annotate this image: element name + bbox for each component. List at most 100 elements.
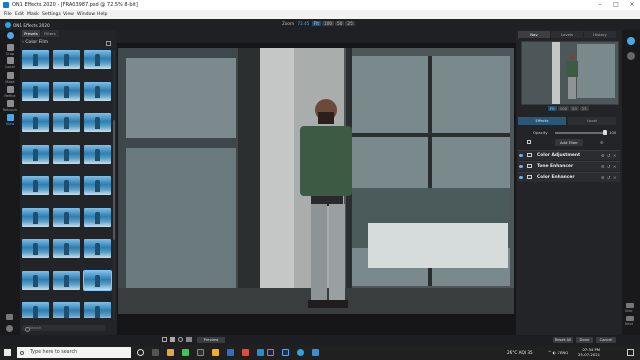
preview-eye-icon[interactable] — [186, 337, 192, 342]
browser-scrollbar[interactable] — [113, 50, 115, 320]
tool-mask[interactable]: Mask — [1, 72, 19, 86]
clock[interactable]: 07:34 PM 25-07-2021 — [578, 347, 600, 357]
weather-status[interactable]: 26°C AQI 35 — [507, 350, 533, 355]
eye-icon[interactable] — [519, 164, 523, 168]
zoom-100-button[interactable]: 100 — [322, 21, 335, 26]
on1-taskbar-icon[interactable] — [297, 349, 304, 356]
tab-presets[interactable]: Presets — [22, 30, 40, 37]
gear-icon[interactable]: ⚙ — [601, 175, 605, 180]
filter-row[interactable]: Color Enhancer ⚙ ↺ × — [518, 172, 620, 182]
zoom-value[interactable]: 72.45 — [297, 21, 309, 26]
preset-thumbnail[interactable] — [22, 270, 49, 290]
menu-window[interactable]: Window — [77, 12, 95, 17]
photoshop-icon[interactable] — [282, 349, 289, 356]
preset-thumbnail[interactable] — [84, 176, 111, 195]
preset-thumbnail[interactable] — [22, 144, 49, 164]
preset-thumbnail[interactable] — [84, 239, 111, 258]
gear-icon[interactable]: ⚙ — [601, 164, 605, 169]
compare-icon[interactable] — [162, 337, 167, 342]
split-view-icon[interactable] — [170, 337, 175, 342]
close-icon[interactable]: × — [613, 153, 616, 158]
file-explorer-icon[interactable] — [167, 349, 174, 356]
nav-25-button[interactable]: 25 — [579, 106, 589, 111]
app-icon-6[interactable] — [312, 349, 319, 356]
mask-view-icon[interactable] — [178, 337, 183, 342]
zoom-50-button[interactable]: 50 — [335, 21, 345, 26]
task-view-icon[interactable] — [152, 349, 159, 356]
menu-view[interactable]: View — [63, 12, 74, 17]
menu-help[interactable]: Help — [97, 12, 107, 17]
help-icon[interactable] — [6, 325, 13, 332]
gear-icon[interactable]: ⚙ — [601, 153, 605, 158]
scrollbar-thumb[interactable] — [113, 120, 115, 240]
close-icon[interactable]: × — [613, 175, 616, 180]
preset-thumbnail[interactable] — [84, 81, 111, 101]
add-filter-button[interactable]: Add Filter — [555, 139, 583, 146]
preset-thumbnail[interactable] — [84, 113, 111, 132]
tool-view[interactable]: View — [1, 114, 19, 128]
preset-thumbnail[interactable] — [22, 81, 49, 101]
tool-local[interactable]: Local — [1, 57, 19, 71]
preset-thumbnail[interactable] — [53, 113, 80, 132]
tool-refine[interactable]: Refine — [1, 86, 19, 100]
preset-thumbnail[interactable] — [84, 302, 111, 318]
chrome-icon[interactable] — [182, 349, 189, 356]
tab-levels[interactable]: Levels — [551, 31, 583, 38]
menu-file[interactable]: File — [4, 12, 12, 17]
nav-100-button[interactable]: 100 — [557, 106, 570, 111]
language-indicator[interactable]: ENG — [560, 350, 568, 355]
menu-settings[interactable]: Settings — [42, 12, 61, 17]
layers-module-icon[interactable] — [627, 52, 635, 60]
notification-icon[interactable] — [627, 349, 634, 356]
close-icon[interactable]: × — [613, 164, 616, 169]
tool-crop[interactable]: Crop — [1, 44, 19, 58]
navigator-preview[interactable] — [521, 41, 619, 105]
filter-toggle-icon[interactable] — [527, 153, 532, 157]
person-icon[interactable] — [6, 314, 13, 320]
next-icon[interactable] — [626, 316, 634, 321]
app-icon-3[interactable] — [227, 349, 234, 356]
menu-edit[interactable]: Edit — [15, 12, 24, 17]
taskbar-search-input[interactable]: Type here to search — [17, 347, 131, 358]
opacity-value[interactable]: 100 — [609, 130, 616, 135]
breadcrumb[interactable]: ‹ Color Film — [22, 40, 48, 45]
reset-icon[interactable]: ↺ — [607, 164, 610, 169]
filter-row[interactable]: Tone Enhancer ⚙ ↺ × — [518, 161, 620, 171]
reset-all-button[interactable]: Reset All — [553, 337, 573, 343]
app-icon-1[interactable] — [197, 349, 204, 356]
windows-start-icon[interactable] — [4, 349, 11, 356]
preset-thumbnail[interactable] — [22, 113, 49, 132]
preset-thumbnail[interactable] — [22, 239, 49, 258]
minimize-button[interactable]: – — [592, 0, 608, 10]
reset-icon[interactable]: ↺ — [607, 153, 610, 158]
preset-thumbnail[interactable] — [53, 302, 80, 318]
filter-row[interactable]: Color Adjustment ⚙ ↺ × — [518, 150, 620, 160]
opacity-slider[interactable] — [555, 130, 607, 135]
preset-thumbnail[interactable] — [84, 207, 111, 227]
preset-thumbnail[interactable] — [53, 50, 80, 69]
preview-button[interactable]: Preview — [197, 337, 225, 343]
cancel-button[interactable]: Cancel — [596, 337, 616, 343]
menu-mask[interactable]: Mask — [27, 12, 39, 17]
nav-fit-button[interactable]: FIt — [548, 106, 557, 111]
app-icon-5[interactable] — [257, 349, 264, 356]
slider-knob[interactable] — [603, 130, 607, 135]
close-button[interactable]: × — [624, 0, 640, 10]
preset-thumbnail[interactable] — [22, 176, 49, 195]
eye-icon[interactable] — [519, 175, 523, 179]
nav-50-button[interactable]: 50 — [570, 106, 579, 111]
side-icon[interactable] — [626, 303, 634, 308]
zoom-25-button[interactable]: 25 — [345, 21, 355, 26]
app-icon-2[interactable] — [212, 349, 219, 356]
preset-thumbnail[interactable] — [53, 239, 80, 258]
premiere-icon[interactable] — [267, 349, 274, 356]
tab-effects[interactable]: Effects — [518, 117, 566, 125]
preset-thumbnail[interactable] — [53, 81, 80, 101]
preset-thumbnail[interactable] — [83, 269, 112, 291]
preset-thumbnail[interactable] — [53, 144, 80, 164]
tab-history[interactable]: History — [584, 31, 616, 38]
preset-thumbnail[interactable] — [84, 50, 111, 69]
preset-search-input[interactable]: Search — [22, 325, 105, 331]
filter-toggle-icon[interactable] — [527, 164, 532, 168]
preset-thumbnail[interactable] — [22, 302, 49, 318]
